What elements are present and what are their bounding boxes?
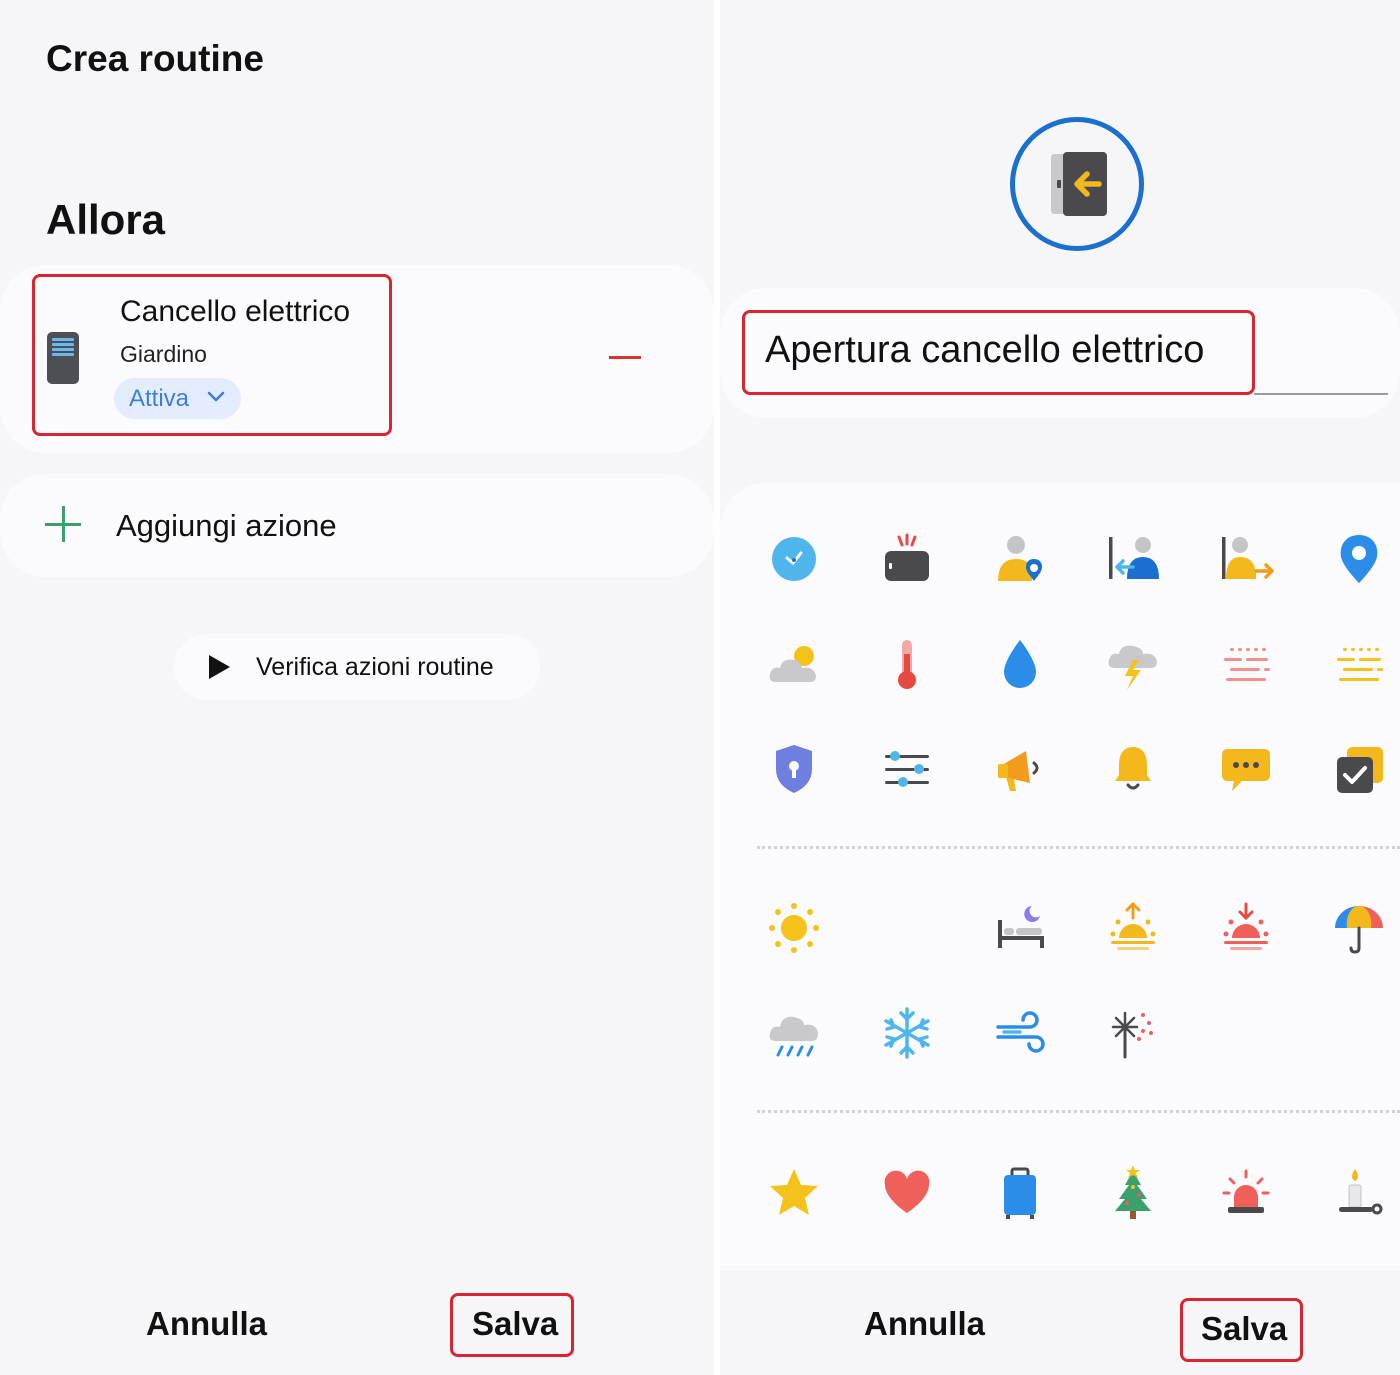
create-routine-panel: Crea routine Allora Cancello elettrico G… [0,0,714,1375]
device-name: Cancello elettrico [120,295,351,328]
clock-icon[interactable] [764,529,824,589]
cancel-button[interactable]: Annulla [146,1305,267,1343]
add-action-label: Aggiungi azione [116,508,337,543]
page-title: Crea routine [46,38,264,79]
verify-routine-actions-button[interactable]: Verifica azioni routine [174,634,540,700]
play-icon [209,655,230,679]
location-pin-icon[interactable] [1329,529,1389,589]
routine-name-input[interactable]: Apertura cancello elettrico [765,329,1204,372]
plus-icon [45,506,81,542]
wind-icon[interactable] [990,1003,1050,1063]
sunset-icon[interactable] [1216,898,1276,958]
device-state-dropdown[interactable]: Attiva [114,378,241,419]
section-title-then: Allora [46,196,166,243]
device-state-value: Attiva [129,385,190,412]
moon-icon[interactable] [877,898,937,958]
routine-details-panel: Apertura cancello elettrico Annulla Salv… [720,0,1400,1375]
save-button[interactable]: Salva [1201,1310,1287,1348]
rain-icon[interactable] [764,1003,824,1063]
group-separator [757,1110,1400,1113]
name-field-underline [1254,393,1388,395]
partly-cloudy-icon[interactable] [764,634,824,694]
add-action-button[interactable] [0,474,714,577]
group-separator [757,846,1400,849]
minus-icon[interactable] [606,345,644,371]
save-button[interactable]: Salva [472,1305,558,1343]
verify-routine-actions-label: Verifica azioni routine [256,653,494,681]
cancel-button[interactable]: Annulla [864,1305,985,1343]
fog-red-icon[interactable] [1216,634,1276,694]
thunderstorm-icon[interactable] [1103,634,1163,694]
star-icon[interactable] [764,1163,824,1223]
chevron-down-icon [207,391,225,402]
snowflake-icon[interactable] [877,1003,937,1063]
sparkler-icon[interactable] [1103,1003,1163,1063]
bed-icon[interactable] [990,898,1050,958]
person-arrive-icon[interactable] [1103,529,1163,589]
sun-icon[interactable] [764,898,824,958]
megaphone-icon[interactable] [990,739,1050,799]
umbrella-icon[interactable] [1329,898,1389,958]
bell-icon[interactable] [1103,739,1163,799]
door-enter-icon [1051,152,1107,216]
checkbox-stack-icon[interactable] [1329,739,1389,799]
christmas-tree-icon[interactable] [1103,1163,1163,1223]
candle-icon[interactable] [1329,1163,1389,1223]
heart-icon[interactable] [877,1163,937,1223]
water-drop-icon[interactable] [990,634,1050,694]
person-leave-icon[interactable] [1216,529,1276,589]
suitcase-icon[interactable] [990,1163,1050,1223]
tower-device-icon [47,332,79,384]
sunrise-icon[interactable] [1103,898,1163,958]
alarm-clock-icon[interactable] [877,529,937,589]
shield-lock-icon[interactable] [764,739,824,799]
selected-routine-icon[interactable] [1010,117,1144,251]
fog-yellow-icon[interactable] [1329,634,1389,694]
device-location: Giardino [120,341,207,367]
sliders-icon[interactable] [877,739,937,799]
siren-icon[interactable] [1216,1163,1276,1223]
chat-bubble-icon[interactable] [1216,739,1276,799]
thermometer-icon[interactable] [877,634,937,694]
person-location-icon[interactable] [990,529,1050,589]
